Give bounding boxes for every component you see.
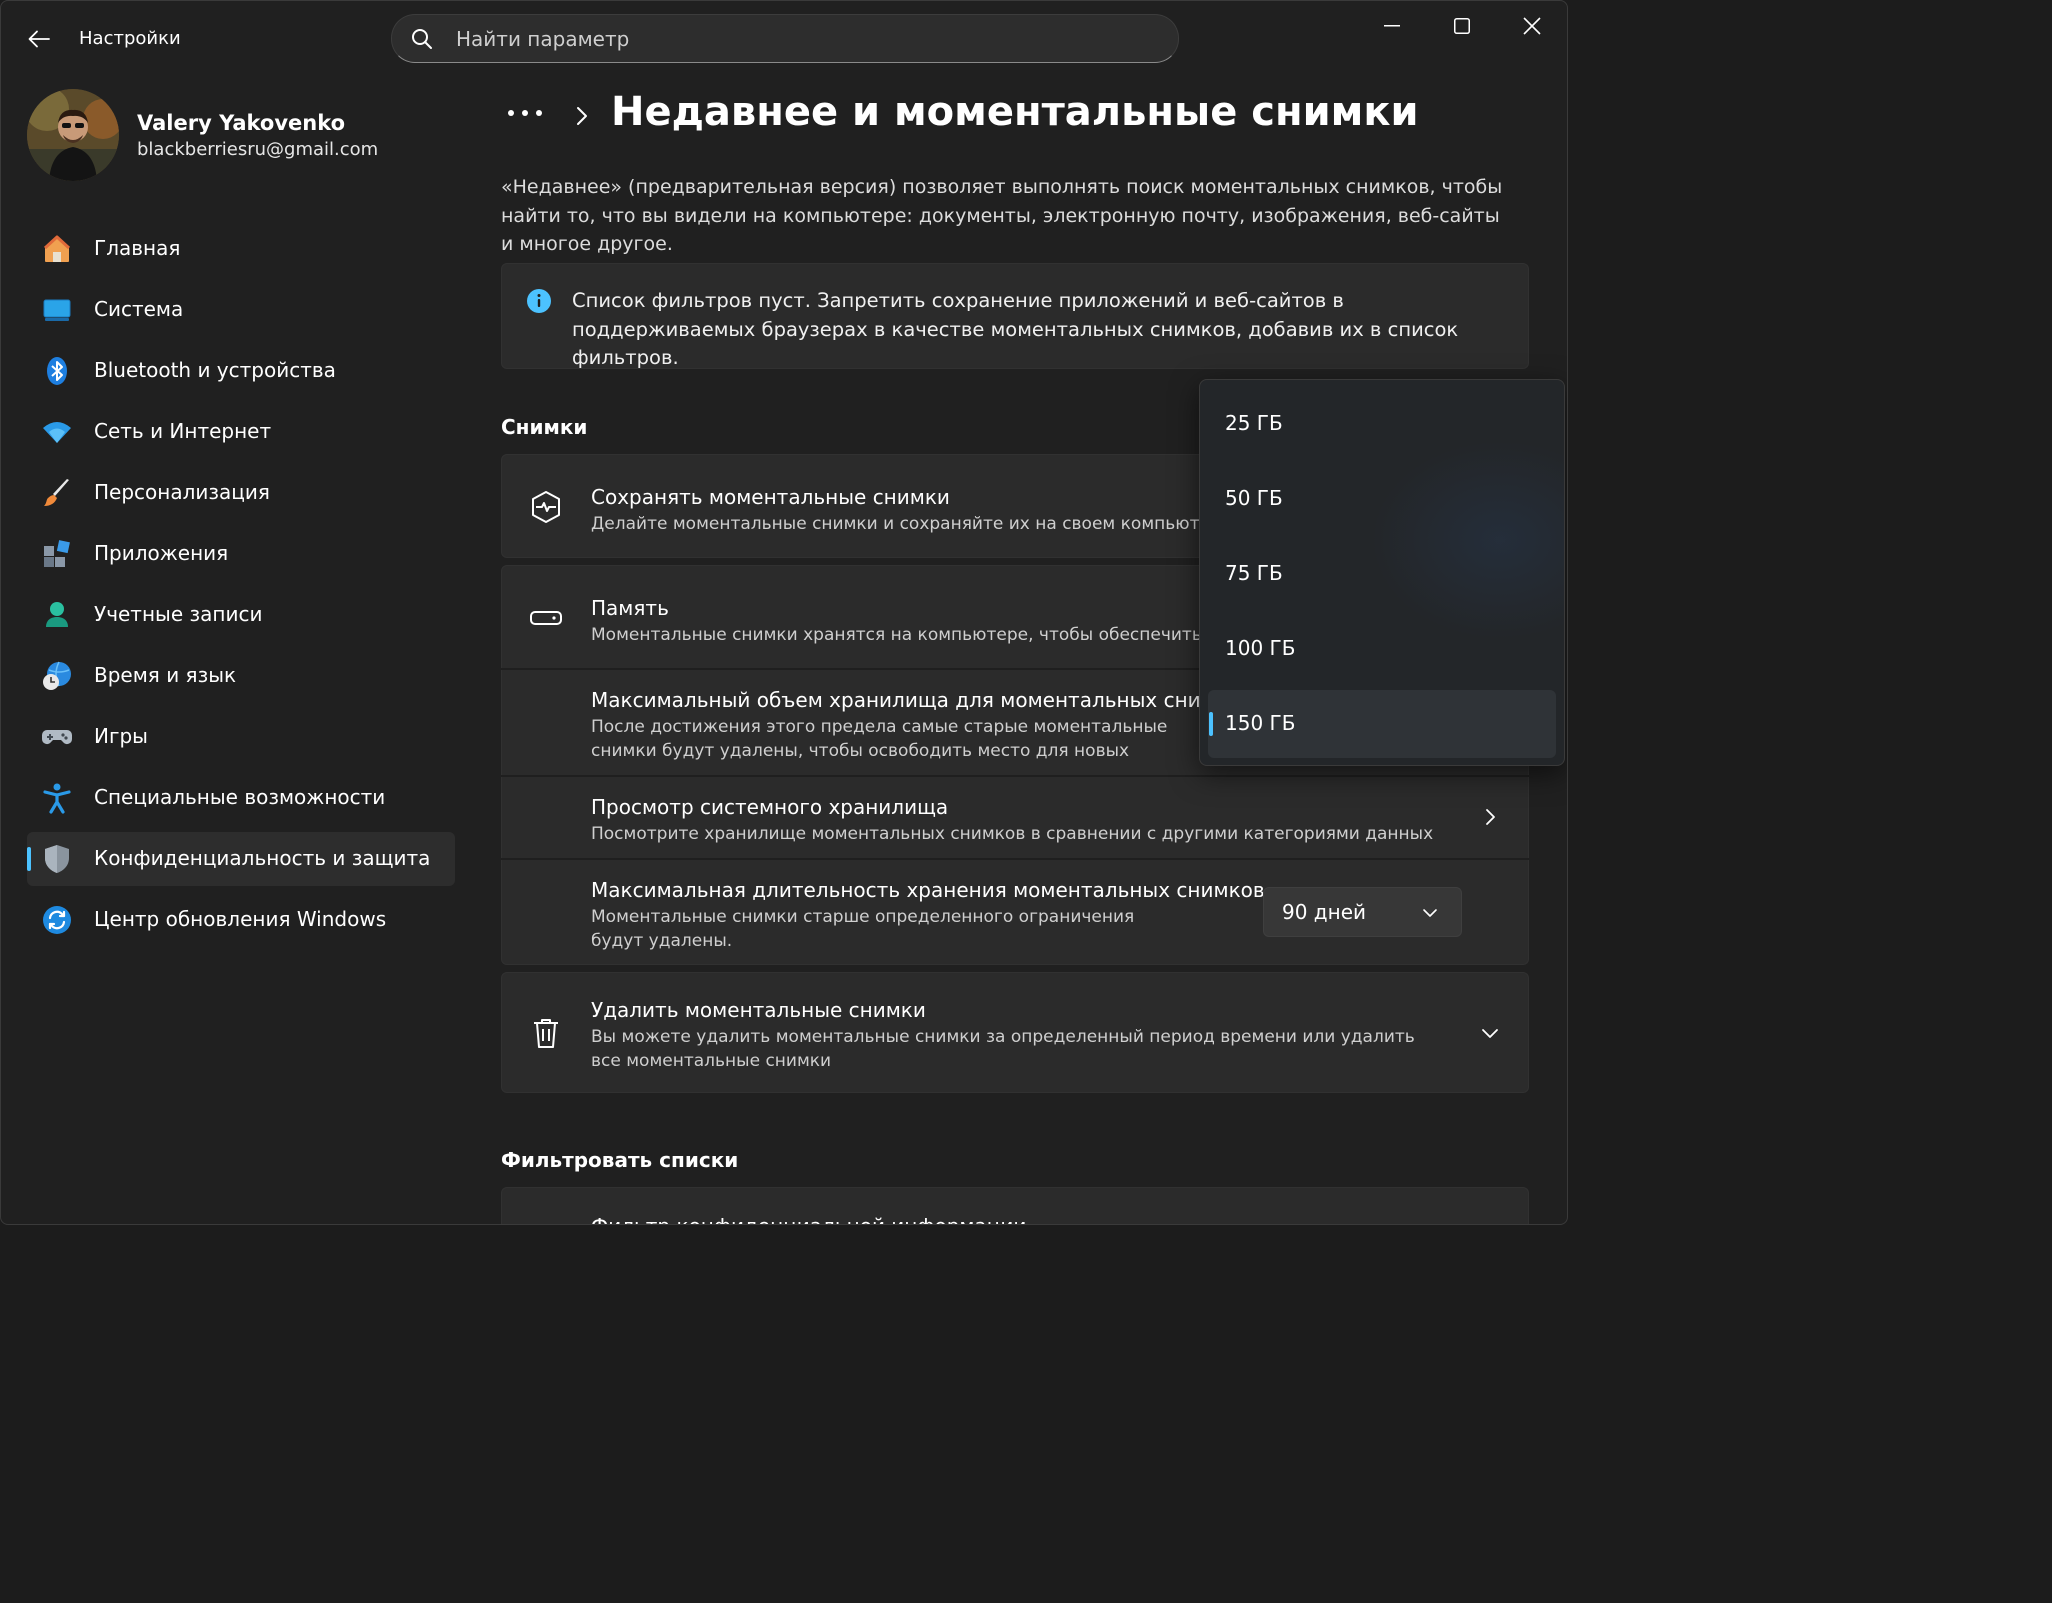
option-label: 50 ГБ: [1225, 486, 1283, 510]
globe-clock-icon: [43, 661, 71, 690]
sidebar-item-label: Специальные возможности: [94, 785, 386, 809]
maximize-icon: [1454, 18, 1470, 34]
breadcrumb-chevron-icon: [577, 107, 587, 125]
sidebar-item-label: Главная: [94, 236, 181, 260]
info-bar: Список фильтров пуст. Запретить сохранен…: [501, 263, 1529, 369]
sidebar-item-label: Сеть и Интернет: [94, 419, 272, 443]
option-label: 100 ГБ: [1225, 636, 1296, 660]
account-icon: [46, 602, 68, 627]
sidebar-item-label: Игры: [94, 724, 148, 748]
update-icon: [43, 906, 71, 934]
snapshot-save-icon: [532, 491, 560, 523]
storage-drive-icon: [530, 611, 562, 625]
avatar[interactable]: [27, 89, 119, 181]
back-button[interactable]: [19, 21, 59, 57]
section-heading-filter-lists: Фильтровать списки: [501, 1148, 739, 1172]
dropdown-value: 90 дней: [1282, 900, 1367, 924]
storage-size-flyout: 25 ГБ 50 ГБ 75 ГБ 100 ГБ 150 ГБ: [1199, 379, 1565, 766]
storage-option-75gb[interactable]: 75 ГБ: [1208, 540, 1556, 608]
selection-indicator: [27, 847, 31, 871]
close-button[interactable]: [1497, 1, 1567, 51]
sidebar-item-label: Центр обновления Windows: [94, 907, 387, 931]
page-description: «Недавнее» (предварительная версия) позв…: [501, 176, 1503, 255]
wifi-icon: [43, 422, 71, 443]
row-description: После достижения этого предела самые ста…: [591, 717, 1168, 761]
search-input[interactable]: [454, 15, 1154, 62]
info-message: Список фильтров пуст. Запретить сохранен…: [572, 289, 1459, 369]
breadcrumb-overflow-icon[interactable]: [505, 99, 545, 129]
page-title: Недавнее и моментальные снимки: [611, 89, 1419, 135]
row-title: Максимальная длительность хранения момен…: [591, 878, 1265, 902]
user-name: Valery Yakovenko: [137, 111, 346, 135]
close-icon: [1523, 17, 1541, 35]
app-title: Настройки: [79, 28, 181, 49]
row-description: Моментальные снимки старше определенного…: [591, 907, 1135, 951]
user-photo-icon: [27, 89, 119, 181]
row-description: Посмотрите хранилище моментальных снимко…: [591, 824, 1434, 844]
section-heading-snapshots: Снимки: [501, 415, 588, 439]
sidebar-item-label: Персонализация: [94, 480, 270, 504]
row-description: Моментальные снимки хранятся на компьюте…: [591, 625, 1211, 645]
minimize-icon: [1384, 25, 1400, 27]
row-description: Вы можете удалить моментальные снимки за…: [591, 1027, 1415, 1071]
gamepad-icon: [42, 730, 72, 744]
sidebar-item-network[interactable]: Сеть и Интернет: [27, 405, 455, 459]
row-description: Делайте моментальные снимки и сохраняйте…: [591, 514, 1237, 534]
sidebar-item-label: Учетные записи: [94, 602, 263, 626]
sidebar-item-label: Bluetooth и устройства: [94, 358, 336, 382]
trash-icon: [534, 1019, 558, 1048]
option-label: 75 ГБ: [1225, 561, 1283, 585]
accessibility-icon: [43, 783, 71, 814]
storage-option-50gb[interactable]: 50 ГБ: [1208, 465, 1556, 533]
chevron-down-icon: [1482, 1029, 1498, 1038]
row-title: Фильтр конфиденциальной информации: [591, 1214, 1026, 1224]
sidebar-item-label: Система: [94, 297, 184, 321]
minimize-button[interactable]: [1357, 1, 1427, 51]
sidebar-item-privacy[interactable]: Конфиденциальность и защита: [27, 832, 455, 886]
bluetooth-icon: [47, 357, 67, 385]
sidebar-item-label: Время и язык: [94, 663, 237, 687]
row-title: Просмотр системного хранилища: [591, 795, 949, 819]
sidebar-item-gaming[interactable]: Игры: [27, 710, 455, 764]
apps-icon: [44, 540, 70, 567]
shield-icon: [45, 845, 69, 873]
info-icon: [527, 289, 551, 313]
delete-snapshots-card[interactable]: Удалить моментальные снимки Вы можете уд…: [501, 972, 1529, 1093]
system-display-icon: [43, 299, 71, 321]
row-title: Память: [591, 596, 669, 620]
search-icon: [412, 29, 432, 49]
sensitive-info-filter-card[interactable]: Фильтр конфиденциальной информации: [501, 1187, 1529, 1224]
sidebar-item-label: Конфиденциальность и защита: [94, 846, 431, 870]
sidebar-item-personalization[interactable]: Персонализация: [27, 466, 455, 520]
search-box[interactable]: [391, 14, 1179, 63]
row-title: Максимальный объем хранилища для момента…: [591, 688, 1199, 712]
sidebar-item-label: Приложения: [94, 541, 229, 565]
sidebar-item-time-language[interactable]: Время и язык: [27, 649, 455, 703]
system-storage-row[interactable]: Просмотр системного хранилища Посмотрите…: [501, 777, 1529, 858]
sidebar-item-windows-update[interactable]: Центр обновления Windows: [27, 893, 455, 947]
row-title: Сохранять моментальные снимки: [591, 485, 950, 509]
sidebar-item-bluetooth[interactable]: Bluetooth и устройства: [27, 344, 455, 398]
sidebar-item-accounts[interactable]: Учетные записи: [27, 588, 455, 642]
storage-option-150gb[interactable]: 150 ГБ: [1208, 690, 1556, 758]
settings-window: Настройки Valery Yakovenko blackberriesr…: [0, 0, 1568, 1225]
storage-option-100gb[interactable]: 100 ГБ: [1208, 615, 1556, 683]
chevron-right-icon: [1486, 809, 1495, 825]
brush-icon: [44, 479, 69, 506]
user-email: blackberriesru@gmail.com: [137, 139, 379, 160]
sidebar-item-home[interactable]: Главная: [27, 222, 455, 276]
option-label: 25 ГБ: [1225, 411, 1283, 435]
selection-indicator: [1209, 712, 1213, 736]
sidebar-item-system[interactable]: Система: [27, 283, 455, 337]
storage-option-25gb[interactable]: 25 ГБ: [1208, 390, 1556, 458]
home-icon: [43, 235, 71, 262]
chevron-down-icon: [1423, 909, 1437, 917]
sidebar-item-apps[interactable]: Приложения: [27, 527, 455, 581]
option-label: 150 ГБ: [1225, 711, 1296, 735]
arrow-left-icon: [28, 30, 50, 48]
retention-duration-dropdown[interactable]: 90 дней: [1263, 887, 1462, 937]
sidebar-item-accessibility[interactable]: Специальные возможности: [27, 771, 455, 825]
maximize-button[interactable]: [1427, 1, 1497, 51]
row-title: Удалить моментальные снимки: [591, 998, 926, 1022]
